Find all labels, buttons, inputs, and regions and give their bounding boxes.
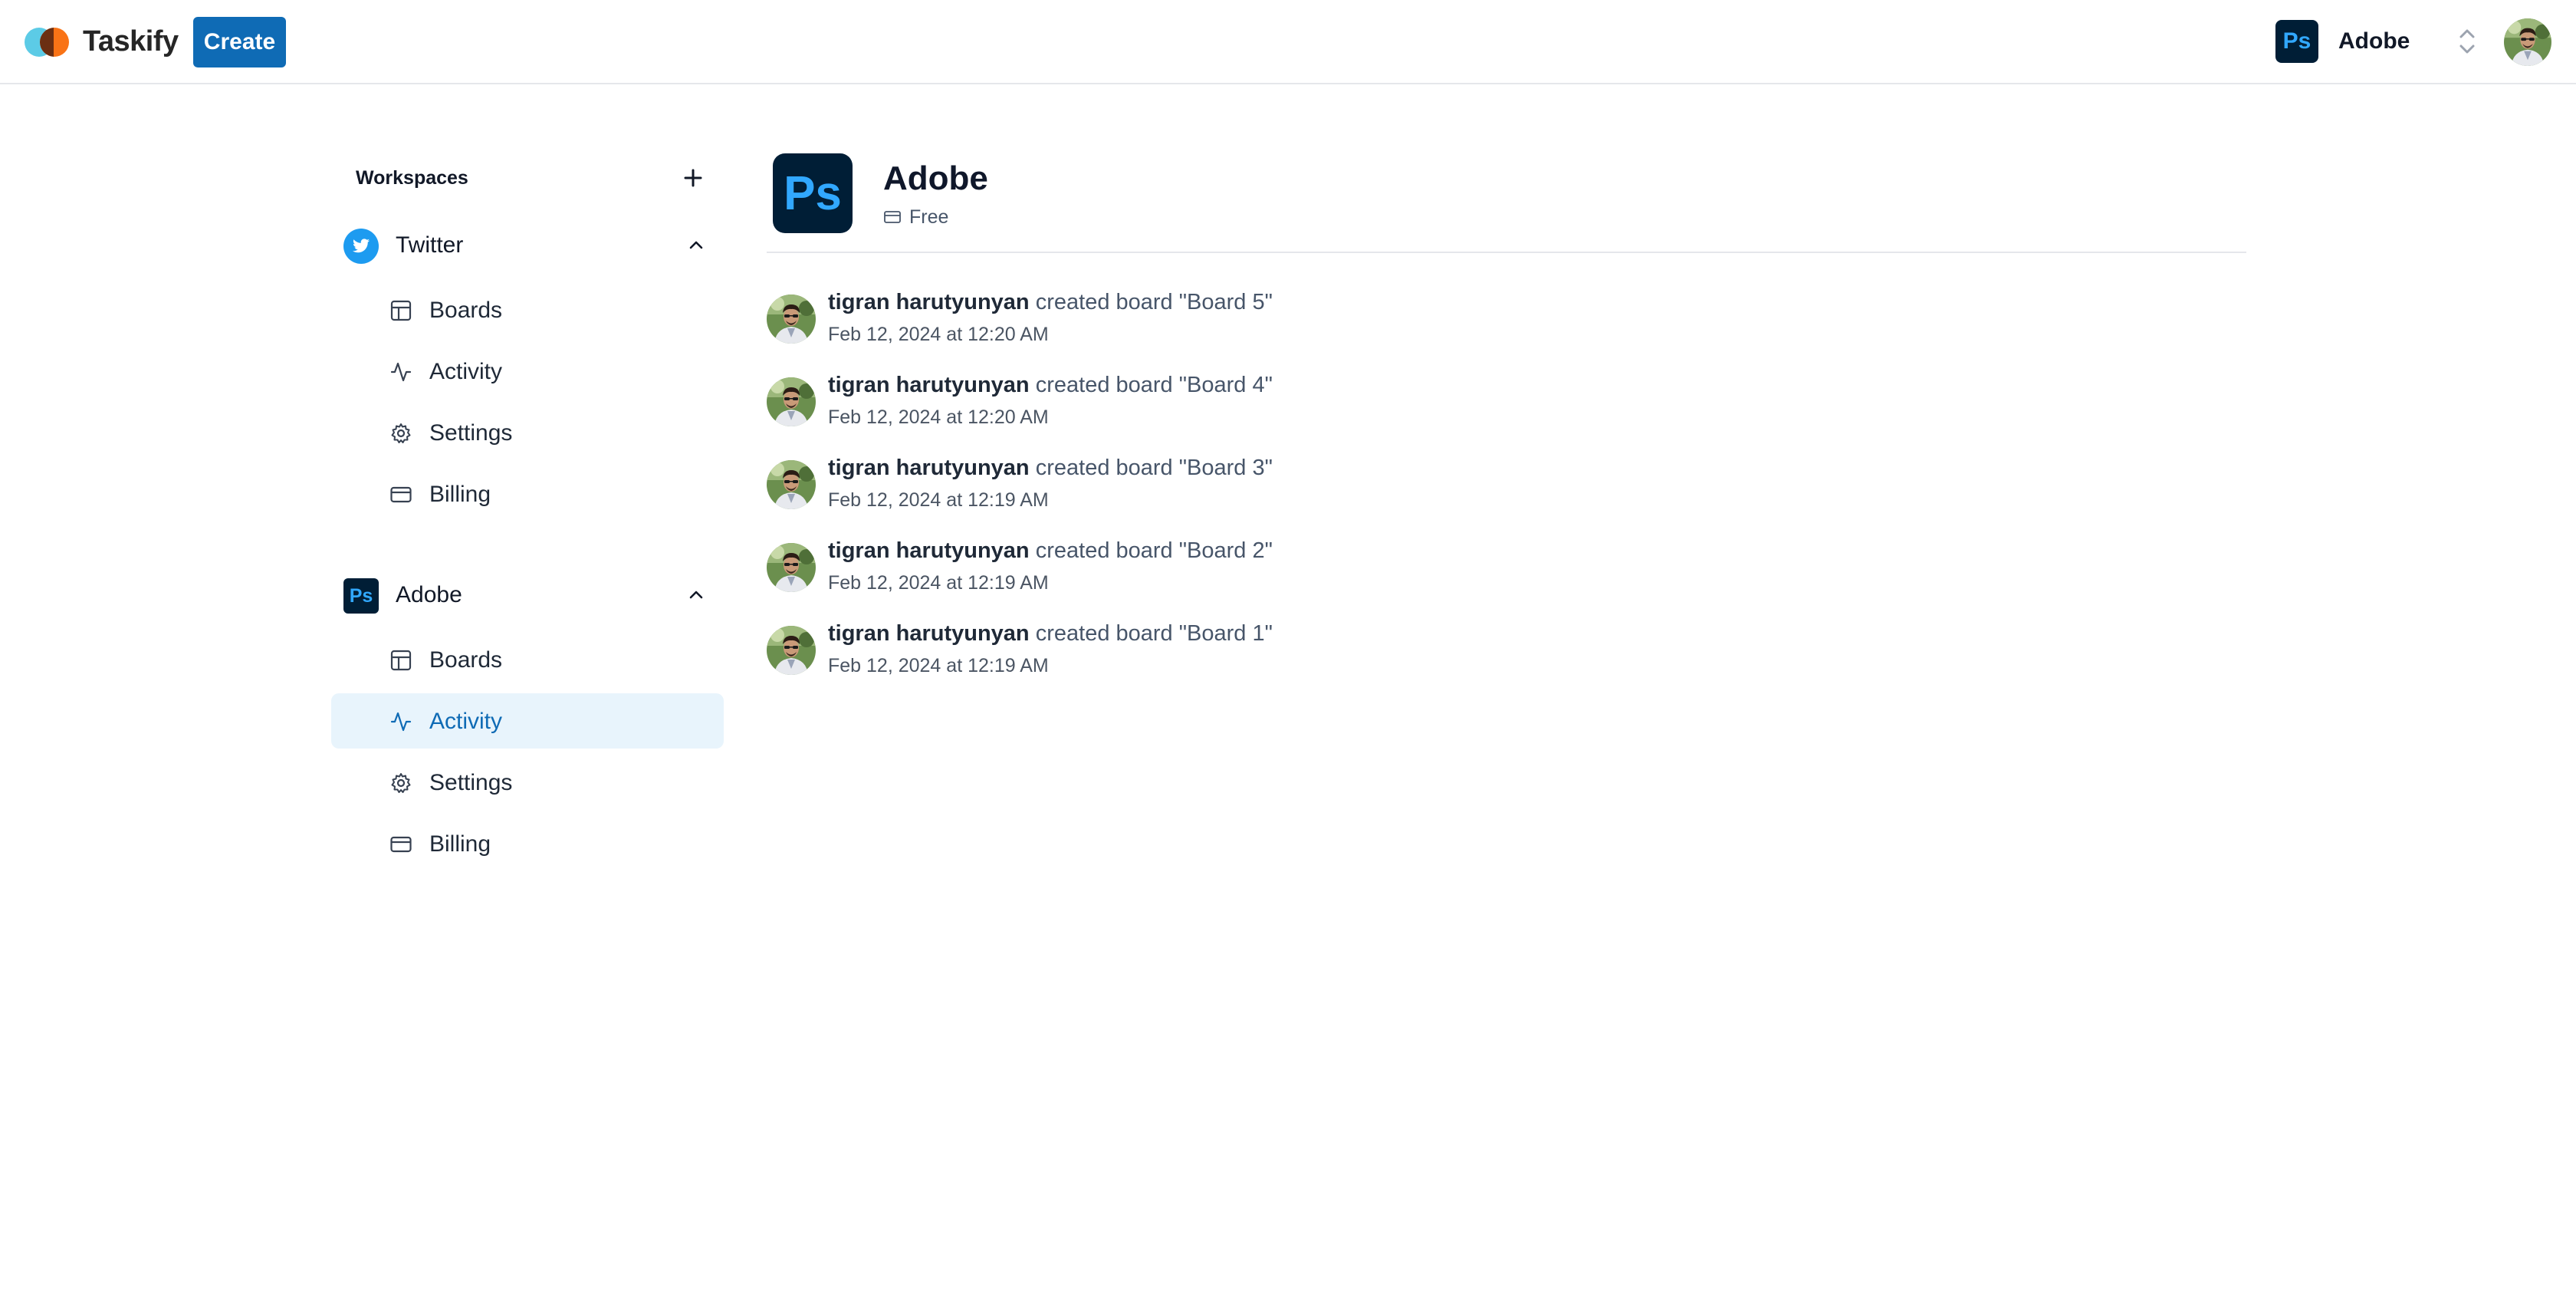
sidebar-item-label: Boards [429, 647, 503, 673]
workspaces-title: Workspaces [356, 167, 468, 189]
top-navbar: Taskify Create Ps Adobe [0, 0, 2576, 84]
organization-name: Adobe [883, 160, 988, 197]
organization-logo: Ps [773, 153, 853, 233]
organization-switcher[interactable]: Ps Adobe [2275, 20, 2475, 63]
user-avatar [767, 626, 816, 675]
credit-card-icon [390, 836, 412, 853]
adobe-ps-icon: Ps [343, 578, 379, 614]
gear-icon [391, 423, 411, 443]
header-divider [767, 252, 2246, 253]
activity-message: tigran harutyunyan created board "Board … [828, 290, 1273, 315]
activity-action: created board "Board 5" [1035, 290, 1273, 314]
adobe-ps-icon: Ps [2275, 20, 2318, 63]
activity-action: created board "Board 4" [1035, 373, 1273, 397]
sidebar-item-adobe-boards[interactable]: Boards [331, 632, 724, 687]
activity-action: created board "Board 3" [1035, 456, 1273, 480]
activity-item: tigran harutyunyan created board "Board … [767, 456, 1687, 522]
workspace-adobe-toggle[interactable]: Ps Adobe [331, 568, 724, 623]
user-avatar [767, 460, 816, 509]
activity-timestamp: Feb 12, 2024 at 12:19 AM [828, 655, 1049, 676]
user-avatar [2504, 18, 2551, 66]
create-button[interactable]: Create [193, 17, 286, 67]
activity-user: tigran harutyunyan [828, 373, 1030, 397]
activity-timestamp: Feb 12, 2024 at 12:19 AM [828, 489, 1049, 511]
activity-item: tigran harutyunyan created board "Board … [767, 538, 1687, 604]
sidebar-item-label: Billing [429, 831, 491, 857]
sidebar-item-adobe-billing[interactable]: Billing [331, 816, 724, 871]
activity-item: tigran harutyunyan created board "Board … [767, 621, 1687, 687]
workspace-name-twitter: Twitter [396, 232, 464, 258]
plan-badge: Free [883, 206, 948, 229]
sidebar-item-label: Activity [429, 709, 503, 734]
sidebar-item-label: Activity [429, 359, 503, 384]
plan-label: Free [909, 206, 949, 228]
sidebar-item-twitter-activity[interactable]: Activity [331, 344, 724, 399]
sidebar-item-twitter-billing[interactable]: Billing [331, 466, 724, 522]
activity-timestamp: Feb 12, 2024 at 12:20 AM [828, 406, 1049, 428]
activity-message: tigran harutyunyan created board "Board … [828, 456, 1273, 481]
sidebar-item-adobe-activity[interactable]: Activity [331, 693, 724, 749]
app-logo[interactable]: Taskify [25, 25, 179, 58]
sidebar-item-label: Settings [429, 770, 513, 795]
plus-icon [684, 169, 702, 187]
layout-icon [390, 650, 412, 671]
activity-icon [390, 712, 412, 732]
activity-icon [390, 362, 412, 382]
app-name: Taskify [83, 25, 179, 58]
twitter-bird-icon [343, 229, 379, 264]
activity-action: created board "Board 2" [1035, 538, 1273, 563]
chevron-up-icon [689, 591, 703, 599]
user-avatar [767, 543, 816, 592]
activity-action: created board "Board 1" [1035, 621, 1273, 646]
activity-user: tigran harutyunyan [828, 621, 1030, 646]
credit-card-icon [884, 211, 901, 223]
activity-user: tigran harutyunyan [828, 290, 1030, 314]
chevrons-up-down-icon[interactable] [2456, 25, 2478, 58]
activity-item: tigran harutyunyan created board "Board … [767, 290, 1687, 356]
credit-card-icon [390, 486, 412, 503]
taskify-logo-icon [25, 26, 71, 57]
activity-timestamp: Feb 12, 2024 at 12:19 AM [828, 572, 1049, 594]
activity-message: tigran harutyunyan created board "Board … [828, 621, 1273, 647]
sidebar-item-label: Boards [429, 298, 503, 323]
workspace-name-adobe: Adobe [396, 582, 462, 607]
layout-icon [390, 300, 412, 321]
chevron-up-icon [689, 241, 703, 249]
activity-timestamp: Feb 12, 2024 at 12:20 AM [828, 324, 1049, 345]
sidebar-item-twitter-settings[interactable]: Settings [331, 405, 724, 460]
user-avatar-button[interactable] [2504, 18, 2551, 66]
sidebar-item-label: Billing [429, 482, 491, 507]
activity-message: tigran harutyunyan created board "Board … [828, 538, 1273, 564]
activity-user: tigran harutyunyan [828, 538, 1030, 563]
activity-item: tigran harutyunyan created board "Board … [767, 373, 1687, 439]
sidebar-item-label: Settings [429, 420, 513, 446]
gear-icon [391, 773, 411, 793]
organization-switcher-name: Adobe [2338, 28, 2410, 54]
sidebar-item-adobe-settings[interactable]: Settings [331, 755, 724, 810]
user-avatar [767, 377, 816, 426]
activity-user: tigran harutyunyan [828, 456, 1030, 480]
sidebar-item-twitter-boards[interactable]: Boards [331, 282, 724, 337]
add-workspace-button[interactable] [678, 163, 708, 193]
user-avatar [767, 295, 816, 344]
workspaces-header: Workspaces [331, 153, 724, 202]
workspace-twitter-toggle[interactable]: Twitter [331, 218, 724, 273]
activity-message: tigran harutyunyan created board "Board … [828, 373, 1273, 398]
